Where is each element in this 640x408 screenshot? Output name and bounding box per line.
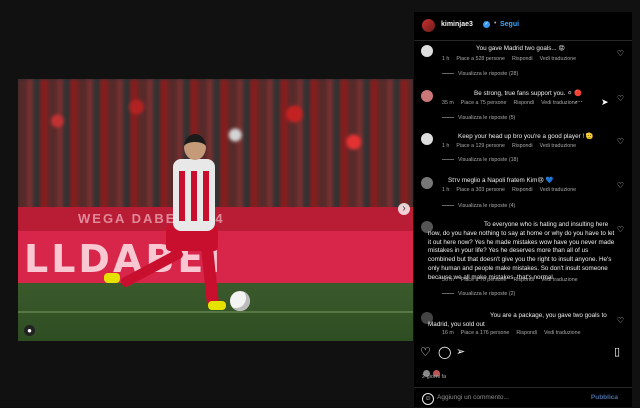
pitch-line [18, 311, 413, 313]
post-header: kiminjae3 ✓ • Segui [414, 12, 632, 41]
comment-time: 35 m [442, 100, 454, 106]
translate-link[interactable]: Vedi traduzione [540, 143, 577, 149]
player-boot [104, 273, 120, 283]
post-time-ago: 2 giorni fa [422, 374, 447, 380]
more-options-icon[interactable]: ··· [575, 97, 583, 106]
comment-likes[interactable]: Piace a 303 persone [456, 187, 505, 193]
emoji-icon[interactable]: ☺ [422, 393, 434, 405]
comment-text: You gave Madrid two goals... 😡 [476, 45, 565, 52]
comment-meta: 35 m Piace a 75 persone Rispondi Vedi tradu… [442, 100, 585, 106]
view-replies-link[interactable]: Visualizza le risposte (28) [442, 71, 518, 77]
separator-dot: • [494, 20, 497, 27]
crowd-background [18, 79, 413, 219]
author-username[interactable]: kiminjae3 [441, 21, 473, 28]
like-comment-heart-icon[interactable]: ♡ [617, 49, 624, 58]
post-image[interactable]: WEGA DABEI 2014 LLDABEI › ● [18, 79, 413, 341]
share-icon[interactable]: ➢ [456, 345, 465, 358]
like-comment-heart-icon[interactable]: ♡ [617, 94, 624, 103]
comment-item: To everyone who is hating and insulting … [414, 219, 632, 309]
reply-button[interactable]: Rispondi [512, 143, 533, 149]
comment-time: 16 m [442, 330, 454, 336]
mouse-cursor-icon: ➤ [601, 97, 609, 107]
comment-item: Keep your head up bro you're a good play… [414, 131, 632, 171]
comment-icon[interactable]: ◯ [438, 345, 451, 359]
commenter-avatar[interactable] [421, 133, 433, 145]
comment-meta: 1 h Piace a 303 persone Rispondi Vedi tradu… [442, 187, 583, 193]
comment-meta: 36 m Piace a 70 persone Rispondi Vedi tradu… [442, 277, 585, 283]
bookmark-icon[interactable]: ▯ [614, 345, 620, 358]
comment-text: Stтv meglio a Napoli fratem Kim😢 💙 [448, 177, 554, 184]
heart-icon[interactable]: ♡ [420, 345, 431, 359]
follow-button[interactable]: Segui [500, 21, 519, 28]
comment-likes[interactable]: Piace a 528 persone [456, 56, 505, 62]
comment-likes[interactable]: Piace a 176 persone [461, 330, 510, 336]
reply-button[interactable]: Rispondi [513, 100, 534, 106]
comment-text: Keep your head up bro you're a good play… [458, 133, 594, 140]
player-head [184, 134, 206, 160]
reply-button[interactable]: Rispondi [512, 187, 533, 193]
translate-link[interactable]: Vedi traduzione [540, 187, 577, 193]
view-replies-link[interactable]: Visualizza le risposte (2) [442, 291, 515, 297]
comment-time: 36 m [442, 277, 454, 283]
comment-input[interactable]: Aggiungi un commento... [437, 394, 509, 401]
comment-item: You are a package, you gave two goals to… [414, 310, 632, 342]
translate-link[interactable]: Vedi traduzione [540, 56, 577, 62]
reply-button[interactable]: Rispondi [516, 330, 537, 336]
reply-button[interactable]: Rispondi [512, 56, 533, 62]
comment-item: Stтv meglio a Napoli fratem Kim😢 💙 1 h Pi… [414, 175, 632, 215]
verified-badge-icon: ✓ [483, 21, 490, 28]
like-comment-heart-icon[interactable]: ♡ [617, 181, 624, 190]
comment-text: Be strong, true fans support you. ⚪ 🔴 [474, 90, 582, 97]
commenter-avatar[interactable] [421, 90, 433, 102]
football [230, 291, 250, 311]
comment-item: You gave Madrid two goals... 😡 1 h Piace … [414, 43, 632, 83]
player-shirt [173, 159, 215, 231]
author-avatar[interactable] [422, 19, 435, 32]
like-comment-heart-icon[interactable]: ♡ [617, 225, 624, 234]
comment-meta: 16 m Piace a 176 persone Rispondi Vedi trad… [442, 330, 588, 336]
carousel-dots [212, 331, 222, 341]
view-replies-link[interactable]: Visualizza le risposte (18) [442, 157, 518, 163]
next-image-arrow-icon[interactable]: › [398, 203, 410, 215]
translate-link[interactable]: Vedi traduzione [541, 100, 578, 106]
comment-item: Be strong, true fans support you. ⚪ 🔴 35… [414, 88, 632, 128]
player-boot [208, 301, 226, 310]
comment-likes[interactable]: Piace a 129 persone [456, 143, 505, 149]
comment-text: You are a package, you gave two goals to… [428, 312, 607, 328]
comment-meta: 1 h Piace a 129 persone Rispondi Vedi tradu… [442, 143, 583, 149]
translate-link[interactable]: Vedi traduzione [541, 277, 578, 283]
comment-time: 1 h [442, 187, 450, 193]
comment-likes[interactable]: Piace a 75 persone [461, 100, 507, 106]
add-comment-bar: ☺ Aggiungi un commento... Pubblica [414, 387, 632, 408]
commenter-avatar[interactable] [421, 177, 433, 189]
post-comment-button[interactable]: Pubblica [591, 394, 618, 401]
comment-likes[interactable]: Piace a 70 persone [461, 277, 507, 283]
post-actions-bar: ♡ ◯ ➢ ▯ [414, 345, 632, 365]
view-replies-link[interactable]: Visualizza le risposte (4) [442, 203, 515, 209]
reply-button[interactable]: Rispondi [513, 277, 534, 283]
view-replies-link[interactable]: Visualizza le risposte (5) [442, 115, 515, 121]
tagged-user-icon[interactable]: ● [24, 325, 35, 336]
comment-meta: 1 h Piace a 528 persone Rispondi Vedi tradu… [442, 56, 583, 62]
commenter-avatar[interactable] [421, 45, 433, 57]
comment-time: 1 h [442, 143, 450, 149]
comment-time: 1 h [442, 56, 450, 62]
comment-text: To everyone who is hating and insulting … [428, 221, 615, 281]
like-comment-heart-icon[interactable]: ♡ [617, 137, 624, 146]
translate-link[interactable]: Vedi traduzione [544, 330, 581, 336]
comments-panel: kiminjae3 ✓ • Segui You gave Madrid two … [414, 12, 632, 407]
like-comment-heart-icon[interactable]: ♡ [617, 316, 624, 325]
